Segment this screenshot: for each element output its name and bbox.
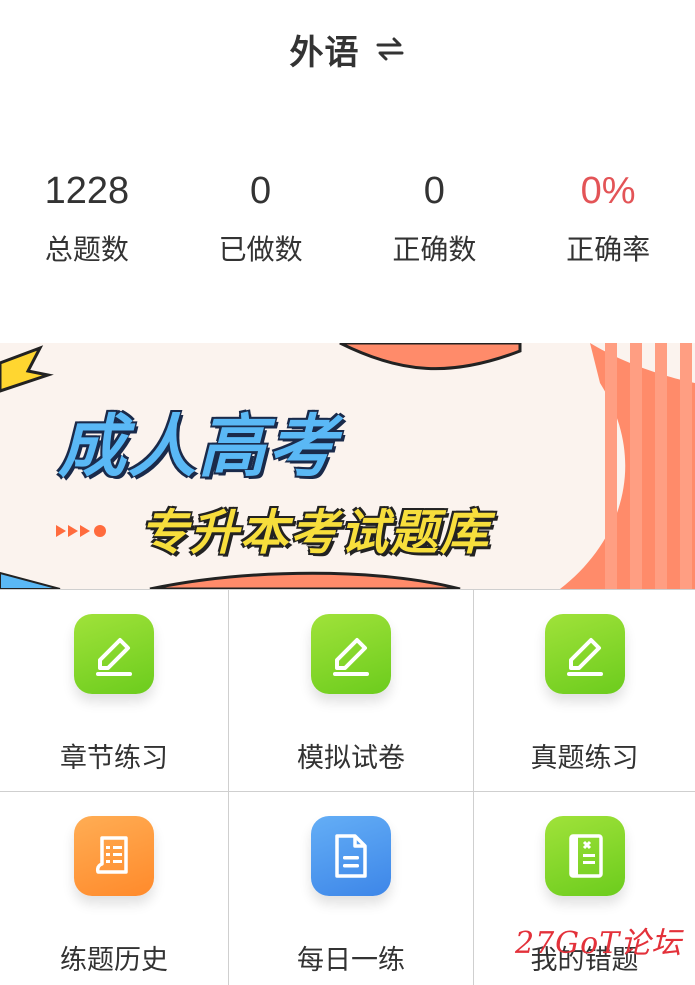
menu-label: 练题历史 [60,945,168,976]
page-title: 外语 [289,32,360,73]
stat-label: 正确数 [392,233,477,266]
notebook-icon [544,816,625,896]
pencil-icon [311,614,391,694]
watermark-text: 27GoT论坛 [515,926,683,961]
menu-label: 每日一练 [297,945,405,976]
stat-label: 正确率 [566,233,651,266]
pencil-icon [544,614,625,694]
practice-history-button[interactable]: 练题历史 [0,792,229,985]
banner-title: 成人高考 [58,408,339,487]
header: 外语 [0,0,695,100]
stat-correct: 0 正确数 [348,160,522,290]
menu-label: 章节练习 [60,743,168,774]
stat-done: 0 已做数 [174,160,348,290]
daily-practice-button[interactable]: 每日一练 [229,792,474,985]
stat-value: 0 [423,170,445,212]
menu-label: 模拟试卷 [297,743,405,774]
stats-bar: 1228 总题数 0 已做数 0 正确数 0% 正确率 [0,160,695,290]
mock-exam-button[interactable]: 模拟试卷 [229,590,474,792]
scroll-icon [74,816,154,896]
stat-total: 1228 总题数 [0,160,174,290]
swap-arrows-icon [374,34,406,64]
stat-value: 0 [250,170,272,212]
stat-label: 总题数 [44,233,129,266]
subject-switcher[interactable]: 外语 [0,24,695,74]
pencil-icon [74,614,154,694]
menu-label: 真题练习 [530,743,639,774]
stat-label: 已做数 [218,233,303,266]
stat-accuracy: 0% 正确率 [521,160,695,290]
chapter-practice-button[interactable]: 章节练习 [0,590,229,792]
past-papers-button[interactable]: 真题练习 [474,590,695,792]
stat-value: 1228 [44,170,130,212]
document-icon [311,816,391,896]
promo-banner[interactable]: 成人高考 专升本考试题库 [0,343,695,589]
stat-value: 0% [580,170,636,212]
banner-subtitle: 专升本考试题库 [140,505,491,561]
